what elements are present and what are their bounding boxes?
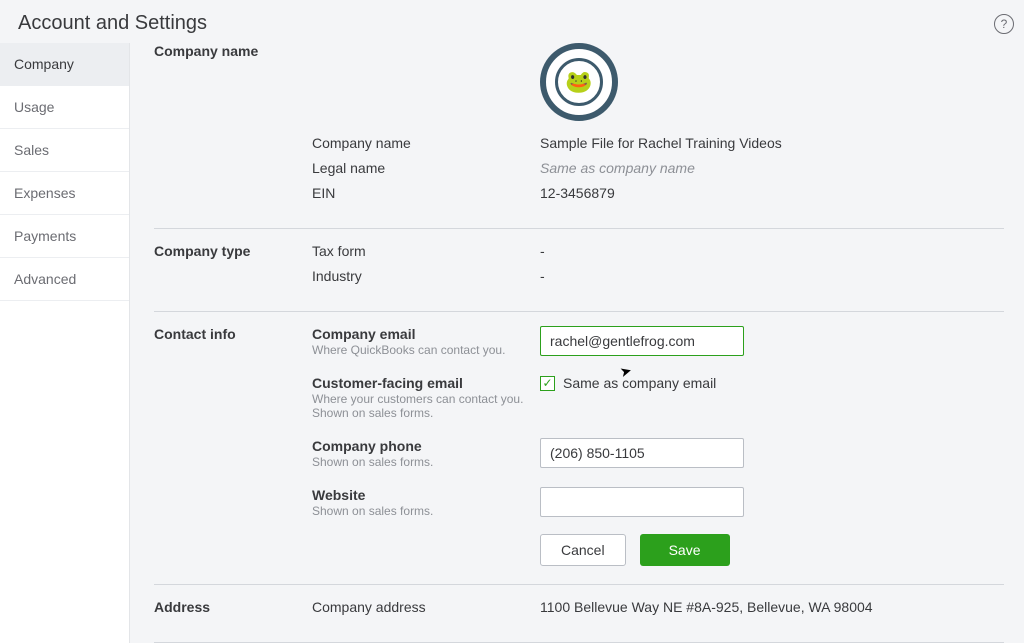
sub-website: Shown on sales forms. [312,504,540,518]
page-title: Account and Settings [18,12,207,35]
label-website: Website Shown on sales forms. [312,487,540,518]
sidebar-item-payments[interactable]: Payments [0,215,129,258]
label-company-address: Company address [312,599,540,615]
sidebar-item-advanced[interactable]: Advanced [0,258,129,301]
value-company-name: Sample File for Rachel Training Videos [540,135,782,151]
sidebar-item-usage[interactable]: Usage [0,86,129,129]
section-company-type: Company type Tax form - Industry - [154,229,1004,312]
section-contact-info: Contact info Company email Where QuickBo… [154,312,1004,585]
same-as-company-email-checkbox[interactable]: ✓ [540,376,555,391]
section-label-company-type: Company type [154,243,312,293]
sub-company-phone: Shown on sales forms. [312,455,540,469]
checkbox-label-same-email: Same as company email [563,375,716,391]
value-tax-form: - [540,243,545,259]
value-ein: 12-3456879 [540,185,615,201]
label-company-phone-text: Company phone [312,438,422,454]
label-legal-name: Legal name [312,160,540,176]
save-button[interactable]: Save [640,534,730,566]
section-address: Address Company address 1100 Bellevue Wa… [154,585,1004,643]
label-industry: Industry [312,268,540,284]
label-website-text: Website [312,487,365,503]
website-input[interactable] [540,487,744,517]
section-label-contact-info: Contact info [154,326,312,566]
label-ein: EIN [312,185,540,201]
label-customer-email-text: Customer-facing email [312,375,463,391]
sidebar: Company Usage Sales Expenses Payments Ad… [0,43,130,643]
value-legal-name: Same as company name [540,160,695,176]
sub-customer-email: Where your customers can contact you. Sh… [312,392,540,420]
label-tax-form: Tax form [312,243,540,259]
label-customer-email: Customer-facing email Where your custome… [312,375,540,420]
company-email-input[interactable] [540,326,744,356]
content-area: Company name 🐸 Company name Sample File … [130,43,1024,643]
section-label-address: Address [154,599,312,624]
label-company-phone: Company phone Shown on sales forms. [312,438,540,469]
company-phone-input[interactable] [540,438,744,468]
sidebar-item-expenses[interactable]: Expenses [0,172,129,215]
cancel-button[interactable]: Cancel [540,534,626,566]
value-industry: - [540,268,545,284]
section-company-name: Company name 🐸 Company name Sample File … [154,43,1004,229]
sub-company-email: Where QuickBooks can contact you. [312,343,540,357]
frog-icon: 🐸 [555,58,603,106]
label-company-email-text: Company email [312,326,415,342]
label-company-name: Company name [312,135,540,151]
value-company-address: 1100 Bellevue Way NE #8A-925, Bellevue, … [540,599,873,615]
label-company-email: Company email Where QuickBooks can conta… [312,326,540,357]
sidebar-item-sales[interactable]: Sales [0,129,129,172]
sidebar-item-company[interactable]: Company [0,43,129,86]
help-icon[interactable]: ? [994,14,1014,34]
company-logo[interactable]: 🐸 [540,43,1004,121]
section-label-company-name: Company name [154,43,312,210]
